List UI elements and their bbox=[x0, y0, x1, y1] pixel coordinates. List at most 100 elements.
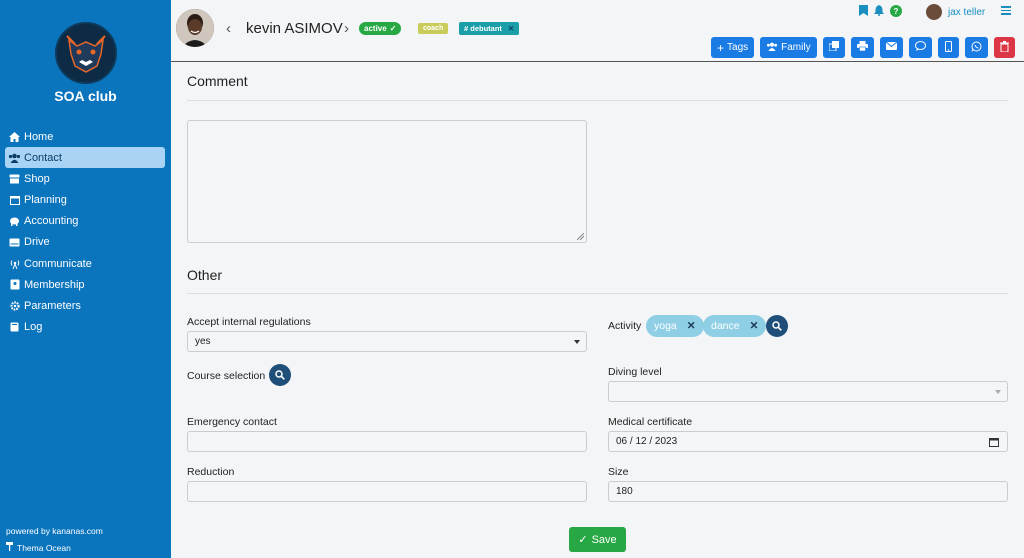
bell-icon[interactable] bbox=[874, 5, 884, 19]
sidebar-nav: Home Contact Shop Planning Accounting Dr… bbox=[5, 126, 165, 338]
sidebar-item-label: Drive bbox=[24, 236, 50, 249]
activity-pill-yoga[interactable]: yoga ✕ bbox=[646, 315, 704, 337]
sidebar-item-log[interactable]: Log bbox=[5, 317, 165, 338]
bookmark-icon[interactable] bbox=[859, 5, 868, 19]
sms-button[interactable] bbox=[937, 37, 959, 58]
course-search-button[interactable] bbox=[269, 364, 291, 386]
other-section-title: Other bbox=[187, 267, 223, 283]
medical-certificate-label: Medical certificate bbox=[608, 416, 693, 428]
email-button[interactable] bbox=[879, 37, 903, 58]
sidebar-item-label: Membership bbox=[24, 278, 85, 291]
calendar-icon bbox=[8, 194, 21, 206]
reduction-label: Reduction bbox=[187, 466, 235, 478]
club-name: SOA club bbox=[54, 88, 117, 104]
tag-badge[interactable]: # debutant ✕ bbox=[459, 22, 520, 35]
duplicate-button[interactable] bbox=[822, 37, 845, 58]
paint-roller-icon bbox=[6, 542, 14, 553]
check-icon: ✓ bbox=[389, 24, 397, 33]
calendar-icon bbox=[989, 438, 999, 447]
tag-badge-label: # debutant bbox=[464, 24, 502, 33]
help-icon[interactable]: ? bbox=[890, 4, 902, 20]
users-icon bbox=[8, 152, 21, 164]
status-badge[interactable]: active ✓ bbox=[359, 22, 402, 35]
family-button[interactable]: Family bbox=[760, 37, 817, 58]
divider bbox=[187, 293, 1008, 294]
sidebar-item-contact[interactable]: Contact bbox=[5, 147, 165, 169]
family-button-label: Family bbox=[781, 42, 811, 53]
sidebar-item-accounting[interactable]: Accounting bbox=[5, 211, 165, 232]
sidebar-item-label: Communicate bbox=[24, 257, 92, 270]
menu-icon[interactable] bbox=[1001, 4, 1011, 17]
broadcast-icon bbox=[8, 258, 21, 270]
next-contact-icon[interactable]: › bbox=[344, 20, 349, 37]
shop-icon bbox=[8, 173, 21, 185]
piggy-bank-icon bbox=[8, 215, 21, 227]
id-card-icon bbox=[8, 279, 21, 291]
whatsapp-button[interactable] bbox=[964, 37, 988, 58]
reduction-field[interactable] bbox=[187, 481, 587, 502]
medical-certificate-date[interactable]: 06 / 12 / 2023 bbox=[608, 431, 1008, 452]
sidebar-item-planning[interactable]: Planning bbox=[5, 190, 165, 211]
activity-pill-label: dance bbox=[711, 320, 740, 332]
sidebar-item-label: Log bbox=[24, 321, 43, 334]
role-badge[interactable]: coach bbox=[418, 23, 449, 34]
sidebar-item-drive[interactable]: Drive bbox=[5, 232, 165, 253]
sidebar-item-label: Parameters bbox=[24, 300, 81, 312]
phone-icon bbox=[944, 40, 952, 55]
whatsapp-icon bbox=[971, 41, 982, 55]
delete-button[interactable] bbox=[993, 37, 1015, 58]
user-name[interactable]: jax teller bbox=[948, 7, 985, 18]
home-icon bbox=[8, 131, 21, 143]
remove-activity-icon[interactable]: ✕ bbox=[687, 320, 696, 332]
size-value: 180 bbox=[616, 486, 633, 497]
add-tags-button[interactable]: + Tags bbox=[711, 37, 755, 58]
emergency-contact-field[interactable] bbox=[187, 431, 587, 452]
club-logo bbox=[55, 22, 117, 84]
accept-regulations-select[interactable]: yes bbox=[187, 331, 587, 352]
resize-handle-icon bbox=[577, 233, 584, 240]
activity-label: Activity bbox=[608, 320, 642, 332]
medical-certificate-value: 06 / 12 / 2023 bbox=[616, 436, 678, 447]
sidebar-item-membership[interactable]: Membership bbox=[5, 274, 165, 295]
size-field[interactable]: 180 bbox=[608, 481, 1008, 502]
remove-tag-icon[interactable]: ✕ bbox=[508, 24, 514, 33]
save-button-label: Save bbox=[591, 533, 617, 546]
top-icons: ? jax teller bbox=[859, 4, 985, 20]
chevron-down-icon bbox=[995, 390, 1001, 394]
drive-icon bbox=[8, 236, 21, 248]
contact-avatar bbox=[176, 9, 214, 47]
search-icon bbox=[772, 321, 782, 331]
check-icon: ✓ bbox=[578, 534, 588, 546]
comment-section-title: Comment bbox=[187, 73, 248, 89]
sidebar-item-home[interactable]: Home bbox=[5, 126, 165, 147]
user-avatar[interactable] bbox=[926, 4, 942, 20]
save-button[interactable]: ✓ Save bbox=[569, 527, 626, 552]
contact-name: kevin ASIMOV bbox=[246, 20, 343, 37]
remove-activity-icon[interactable]: ✕ bbox=[750, 320, 759, 332]
print-button[interactable] bbox=[850, 37, 874, 58]
search-icon bbox=[275, 370, 285, 380]
accept-label: Accept internal regulations bbox=[187, 316, 311, 328]
users-icon bbox=[766, 42, 778, 54]
activity-pill-label: yoga bbox=[654, 320, 677, 332]
previous-contact-icon[interactable]: ‹ bbox=[226, 20, 231, 37]
diving-level-select[interactable] bbox=[608, 381, 1008, 402]
envelope-icon bbox=[885, 41, 897, 53]
message-button[interactable] bbox=[908, 37, 932, 58]
sidebar-item-communicate[interactable]: Communicate bbox=[5, 253, 165, 274]
powered-by[interactable]: powered by kananas.com bbox=[6, 526, 103, 536]
sidebar-item-label: Home bbox=[24, 130, 54, 143]
status-badge-label: active bbox=[364, 24, 387, 33]
activity-pill-dance[interactable]: dance ✕ bbox=[703, 315, 767, 337]
theme-label: Thema Ocean bbox=[17, 542, 71, 553]
contact-header: ‹ kevin ASIMOV › active ✓ coach # debuta… bbox=[171, 0, 1024, 62]
print-icon bbox=[856, 41, 868, 54]
size-label: Size bbox=[608, 466, 629, 478]
course-selection-label: Course selection bbox=[187, 370, 266, 382]
action-toolbar: + Tags Family bbox=[711, 37, 1015, 58]
comment-textarea[interactable] bbox=[187, 120, 587, 243]
sidebar-item-parameters[interactable]: Parameters bbox=[5, 296, 165, 317]
sidebar-item-shop[interactable]: Shop bbox=[5, 168, 165, 189]
theme-selector[interactable]: Thema Ocean bbox=[6, 542, 71, 553]
activity-search-button[interactable] bbox=[766, 315, 788, 337]
